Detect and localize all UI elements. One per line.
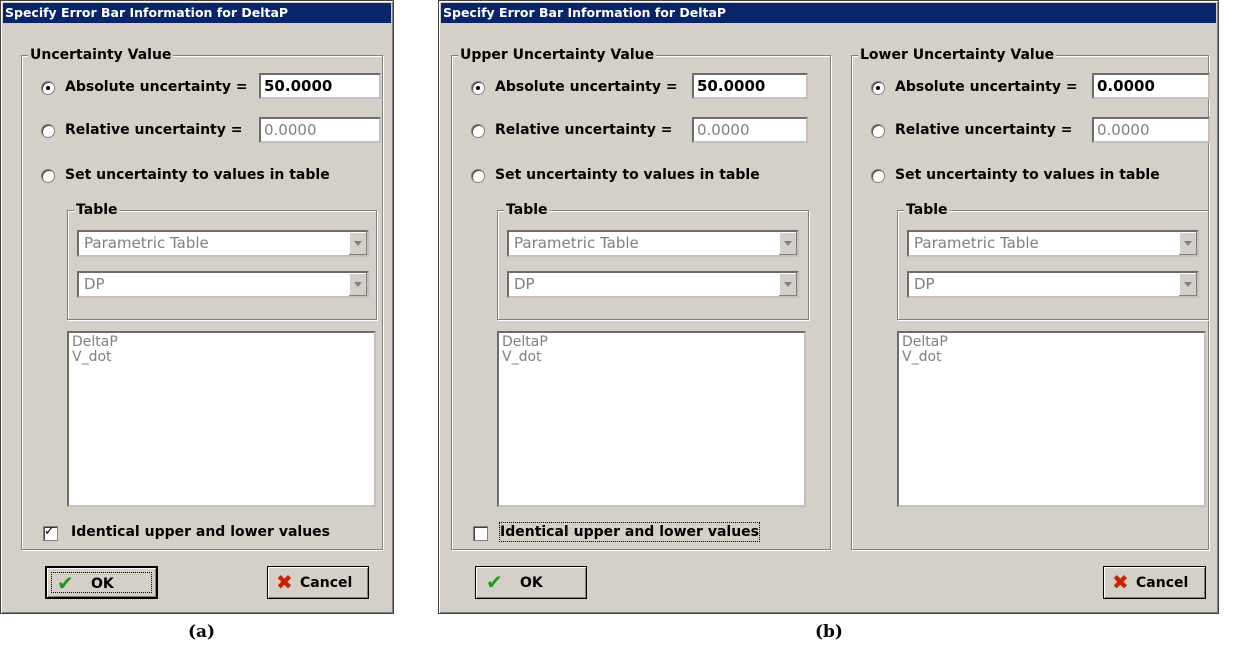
chevron-down-icon[interactable] (348, 273, 367, 296)
uncertainty-value-group-title: Uncertainty Value (28, 46, 174, 64)
caption-b: (b) (815, 622, 843, 642)
lower-variable-list[interactable]: DeltaP V_dot (897, 331, 1206, 507)
chevron-down-icon[interactable] (778, 273, 797, 296)
dialog-b: Specify Error Bar Information for DeltaP… (438, 0, 1219, 614)
absolute-uncertainty-label: Absolute uncertainty = (65, 79, 248, 95)
identical-values-checkbox[interactable] (473, 526, 488, 541)
list-item[interactable]: DeltaP (902, 335, 1201, 350)
lower-column-select[interactable]: DP (907, 271, 1199, 298)
upper-column-select-value: DP (514, 275, 535, 293)
dialog-b-title: Specify Error Bar Information for DeltaP (441, 3, 1216, 23)
relative-uncertainty-input[interactable]: 0.0000 (259, 117, 381, 143)
lower-table-values-radio[interactable] (871, 169, 885, 183)
upper-uncertainty-group-title: Upper Uncertainty Value (458, 46, 657, 64)
lower-relative-input[interactable]: 0.0000 (1092, 117, 1210, 143)
lower-absolute-input[interactable]: 0.0000 (1092, 73, 1210, 99)
table-group: Table (67, 201, 377, 320)
table-select[interactable]: Parametric Table (77, 230, 369, 257)
upper-relative-radio[interactable] (471, 124, 485, 138)
absolute-uncertainty-input[interactable]: 50.0000 (259, 73, 381, 99)
upper-absolute-label: Absolute uncertainty = (495, 79, 678, 95)
relative-uncertainty-label: Relative uncertainty = (65, 122, 243, 138)
chevron-down-icon[interactable] (1178, 273, 1197, 296)
upper-column-select[interactable]: DP (507, 271, 799, 298)
caption-a: (a) (188, 622, 216, 642)
upper-table-group: Table (497, 201, 809, 320)
upper-absolute-input[interactable]: 50.0000 (692, 73, 808, 99)
table-group-title: Table (74, 201, 120, 219)
list-item[interactable]: DeltaP (72, 335, 371, 350)
list-item[interactable]: V_dot (502, 350, 801, 365)
lower-relative-radio[interactable] (871, 124, 885, 138)
list-item[interactable]: V_dot (72, 350, 371, 365)
lower-table-values-label: Set uncertainty to values in table (895, 167, 1160, 183)
table-select-value: Parametric Table (84, 234, 209, 252)
ok-button-label: OK (520, 575, 543, 591)
identical-values-checkbox[interactable] (43, 524, 58, 541)
relative-uncertainty-radio[interactable] (41, 124, 55, 138)
lower-table-select[interactable]: Parametric Table (907, 230, 1199, 257)
lower-absolute-label: Absolute uncertainty = (895, 79, 1078, 95)
green-check-icon: ✔ (486, 570, 503, 594)
lower-column-select-value: DP (914, 275, 935, 293)
lower-absolute-radio[interactable] (871, 81, 885, 95)
upper-table-values-radio[interactable] (471, 169, 485, 183)
identical-values-label: Identical upper and lower values (71, 524, 330, 540)
absolute-uncertainty-radio[interactable] (41, 81, 55, 95)
upper-relative-label: Relative uncertainty = (495, 122, 673, 138)
cancel-button[interactable]: ✖ Cancel (267, 566, 369, 599)
upper-table-select[interactable]: Parametric Table (507, 230, 799, 257)
red-x-icon: ✖ (276, 570, 293, 594)
list-item[interactable]: V_dot (902, 350, 1201, 365)
lower-table-select-value: Parametric Table (914, 234, 1039, 252)
lower-table-group: Table (897, 201, 1209, 320)
upper-absolute-radio[interactable] (471, 81, 485, 95)
green-check-icon: ✔ (57, 571, 74, 595)
chevron-down-icon[interactable] (778, 232, 797, 255)
ok-button[interactable]: ✔ OK (475, 566, 587, 599)
dialog-a-title: Specify Error Bar Information for DeltaP (3, 3, 391, 23)
column-select-value: DP (84, 275, 105, 293)
upper-variable-list[interactable]: DeltaP V_dot (497, 331, 806, 507)
list-item[interactable]: DeltaP (502, 335, 801, 350)
upper-table-select-value: Parametric Table (514, 234, 639, 252)
ok-button-label: OK (91, 576, 114, 592)
table-values-label: Set uncertainty to values in table (65, 167, 330, 183)
lower-relative-label: Relative uncertainty = (895, 122, 1073, 138)
cancel-button-label: Cancel (1136, 575, 1189, 591)
lower-uncertainty-group-title: Lower Uncertainty Value (858, 46, 1057, 64)
chevron-down-icon[interactable] (1178, 232, 1197, 255)
dialog-a: Specify Error Bar Information for DeltaP… (0, 0, 394, 614)
ok-button[interactable]: ✔ OK (45, 566, 158, 599)
chevron-down-icon[interactable] (348, 232, 367, 255)
upper-table-group-title: Table (504, 201, 550, 219)
table-values-radio[interactable] (41, 169, 55, 183)
variable-list[interactable]: DeltaP V_dot (67, 331, 376, 507)
column-select[interactable]: DP (77, 271, 369, 298)
lower-table-group-title: Table (904, 201, 950, 219)
cancel-button[interactable]: ✖ Cancel (1103, 566, 1206, 599)
upper-relative-input[interactable]: 0.0000 (692, 117, 808, 143)
red-x-icon: ✖ (1112, 570, 1129, 594)
cancel-button-label: Cancel (300, 575, 353, 591)
upper-table-values-label: Set uncertainty to values in table (495, 167, 760, 183)
identical-values-label: Identical upper and lower values (499, 522, 760, 542)
